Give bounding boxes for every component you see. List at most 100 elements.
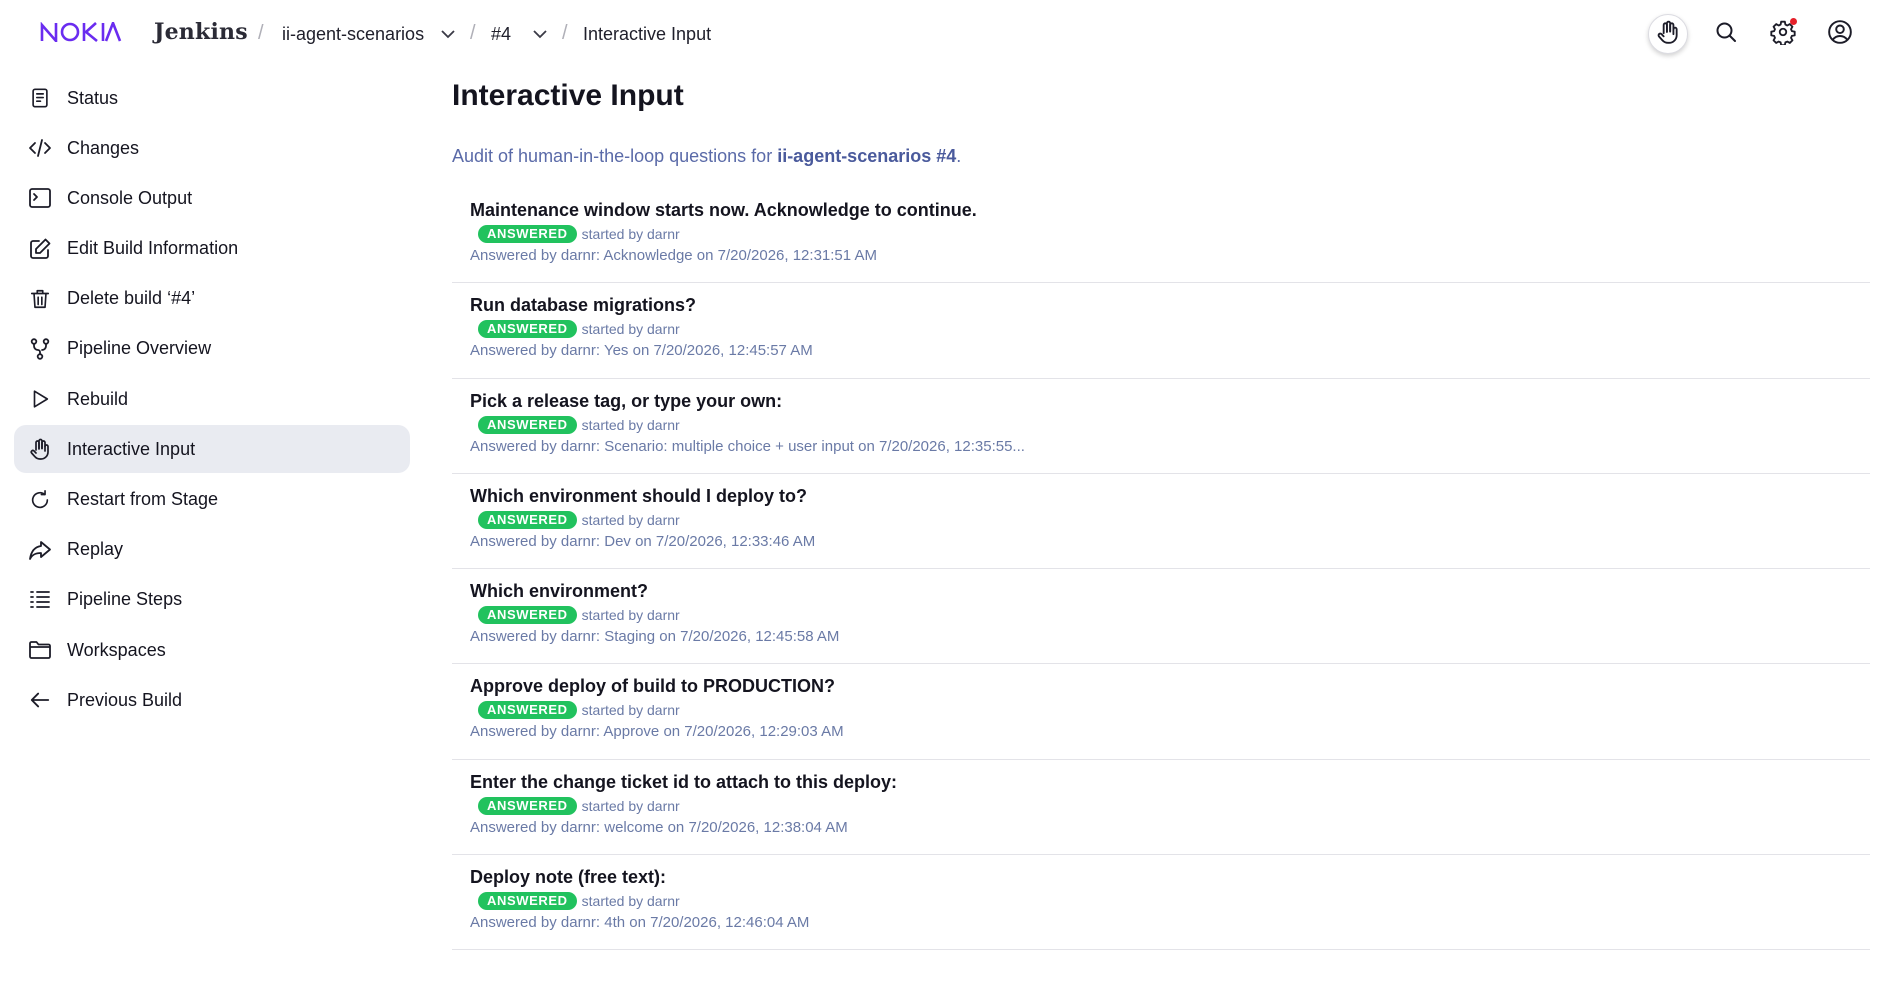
sidebar-item-label: Pipeline Steps <box>67 589 183 610</box>
sidebar-item-replay[interactable]: Replay <box>14 526 410 574</box>
hand-icon <box>28 437 52 461</box>
sidebar-item-rebuild[interactable]: Rebuild <box>14 375 410 423</box>
subtitle-prefix: Audit of human-in-the-loop questions for <box>452 146 778 166</box>
sidebar-item-edit-build-information[interactable]: Edit Build Information <box>14 225 410 273</box>
sidebar-item-restart-from-stage[interactable]: Restart from Stage <box>14 476 410 524</box>
breadcrumb-current: Interactive Input <box>583 24 712 44</box>
question-meta: ANSWERED started by darnr <box>470 605 1870 625</box>
question-meta: ANSWERED started by darnr <box>470 891 1870 911</box>
sidebar-item-label: Rebuild <box>67 388 129 409</box>
answer-text: Answered by darnr: Dev on 7/20/2026, 12:… <box>470 532 816 550</box>
search-icon <box>1714 20 1738 49</box>
build-link[interactable]: ii-agent-scenarios #4 <box>777 146 956 166</box>
breadcrumb-build[interactable]: #4 <box>491 24 511 45</box>
started-by: started by darnr <box>581 702 680 719</box>
started-by: started by darnr <box>581 893 680 910</box>
chevron-down-icon[interactable] <box>532 26 548 42</box>
sidebar-item-interactive-input[interactable]: Interactive Input <box>14 425 410 474</box>
chevron-down-icon[interactable] <box>440 26 456 42</box>
question-row: Pick a release tag, or type your own: AN… <box>452 379 1870 474</box>
status-badge: ANSWERED <box>478 510 577 529</box>
question-row: Which environment should I deploy to? AN… <box>452 474 1870 570</box>
question-row: Enter the change ticket id to attach to … <box>452 760 1870 856</box>
sidebar-item-status[interactable]: Status <box>14 74 410 122</box>
status-badge: ANSWERED <box>478 796 577 815</box>
status-badge: ANSWERED <box>478 701 577 720</box>
sidebar-item-label: Interactive Input <box>67 438 196 459</box>
started-by: started by darnr <box>581 797 680 814</box>
sidebar: Status Changes Console Output Edit Build… <box>14 74 410 726</box>
page-title: Interactive Input <box>452 79 684 112</box>
question-meta: ANSWERED started by darnr <box>470 510 1870 530</box>
sidebar-item-pipeline-steps[interactable]: Pipeline Steps <box>14 576 410 624</box>
sidebar-item-label: Workspaces <box>67 639 166 660</box>
sidebar-item-label: Delete build ‘#4’ <box>67 288 196 309</box>
folder-icon <box>28 638 52 662</box>
sidebar-item-delete-build[interactable]: Delete build ‘#4’ <box>14 275 410 323</box>
breadcrumb-separator: / <box>562 22 568 44</box>
question-text: Deploy note (free text): <box>470 867 667 888</box>
question-text: Run database migrations? <box>470 295 697 316</box>
answer-text: Answered by darnr: Scenario: multiple ch… <box>470 437 1025 455</box>
search-button[interactable] <box>1706 14 1746 54</box>
replay-icon <box>28 538 52 562</box>
sidebar-item-pipeline-overview[interactable]: Pipeline Overview <box>14 325 410 373</box>
question-row: Deploy note (free text): ANSWERED starte… <box>452 855 1870 951</box>
question-meta: ANSWERED started by darnr <box>470 319 1870 339</box>
question-meta: ANSWERED started by darnr <box>470 700 1870 720</box>
answer-text: Answered by darnr: welcome on 7/20/2026,… <box>470 818 848 836</box>
nokia-logo[interactable] <box>40 22 122 42</box>
sidebar-item-workspaces[interactable]: Workspaces <box>14 626 410 674</box>
question-text: Enter the change ticket id to attach to … <box>470 771 898 792</box>
sidebar-item-changes[interactable]: Changes <box>14 124 410 172</box>
sidebar-item-label: Restart from Stage <box>67 489 219 509</box>
sidebar-item-label: Edit Build Information <box>67 238 239 259</box>
breadcrumb-separator: / <box>470 22 476 44</box>
question-row: Run database migrations? ANSWERED starte… <box>452 283 1870 379</box>
sidebar-item-label: Console Output <box>67 187 193 208</box>
question-row: Which environment? ANSWERED started by d… <box>452 569 1870 665</box>
answer-text: Answered by darnr: Staging on 7/20/2026,… <box>470 628 840 646</box>
interactive-input-button[interactable] <box>1648 14 1688 54</box>
question-meta: ANSWERED started by darnr <box>470 224 1870 244</box>
started-by: started by darnr <box>581 511 680 528</box>
breadcrumb-job[interactable]: ii-agent-scenarios <box>282 24 424 45</box>
list-icon <box>28 588 52 612</box>
question-text: Which environment? <box>470 581 649 602</box>
page-subtitle: Audit of human-in-the-loop questions for… <box>452 146 1870 170</box>
play-icon <box>28 387 52 411</box>
manage-jenkins-button[interactable] <box>1763 14 1803 54</box>
notification-dot <box>1790 18 1797 25</box>
trash-icon <box>28 287 52 311</box>
question-meta: ANSWERED started by darnr <box>470 415 1870 435</box>
sidebar-item-console-output[interactable]: Console Output <box>14 174 410 222</box>
main-content: Interactive Input Audit of human-in-the-… <box>452 74 1870 951</box>
sidebar-item-previous-build[interactable]: Previous Build <box>14 676 410 724</box>
user-menu-button[interactable] <box>1820 14 1860 54</box>
question-text: Which environment should I deploy to? <box>470 485 807 506</box>
terminal-icon <box>28 186 52 210</box>
user-icon <box>1827 19 1853 50</box>
started-by: started by darnr <box>581 416 680 433</box>
breadcrumb-separator: / <box>258 22 264 44</box>
status-badge: ANSWERED <box>478 606 577 625</box>
branch-icon <box>28 337 52 361</box>
code-icon <box>28 136 52 160</box>
app-name[interactable]: Jenkins <box>154 19 248 45</box>
answer-text: Answered by darnr: 4th on 7/20/2026, 12:… <box>470 914 810 932</box>
question-text: Maintenance window starts now. Acknowled… <box>470 200 977 220</box>
started-by: started by darnr <box>581 321 680 338</box>
edit-icon <box>28 237 52 261</box>
question-text: Approve deploy of build to PRODUCTION? <box>470 676 835 697</box>
question-text: Pick a release tag, or type your own: <box>470 390 783 411</box>
sidebar-item-label: Replay <box>67 539 124 560</box>
status-badge: ANSWERED <box>478 225 577 243</box>
started-by: started by darnr <box>581 607 680 624</box>
question-meta: ANSWERED started by darnr <box>470 796 1870 816</box>
answer-text: Answered by darnr: Yes on 7/20/2026, 12:… <box>470 342 813 360</box>
sidebar-item-label: Pipeline Overview <box>67 338 212 359</box>
sidebar-item-label: Status <box>67 87 119 108</box>
started-by: started by darnr <box>581 226 680 242</box>
restart-icon <box>28 488 52 512</box>
hand-icon <box>1655 19 1681 50</box>
